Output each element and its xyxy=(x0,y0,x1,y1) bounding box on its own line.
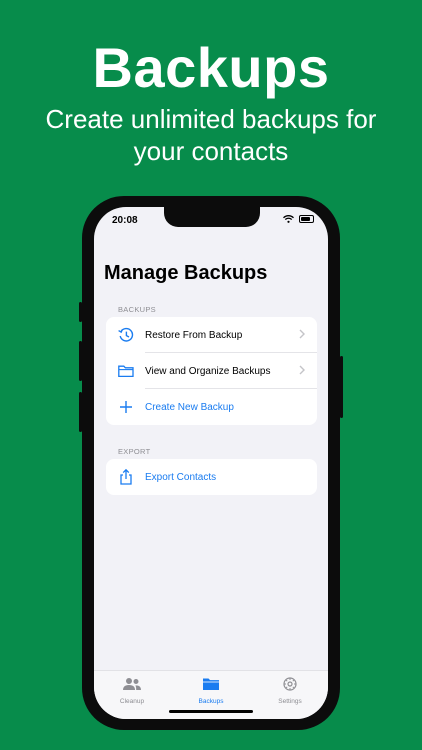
view-organize-backups-label: View and Organize Backups xyxy=(145,365,271,377)
plus-icon xyxy=(120,401,132,413)
phone-side-button xyxy=(79,302,82,322)
tab-cleanup[interactable]: Cleanup xyxy=(102,677,162,705)
battery-icon xyxy=(299,215,314,223)
backups-group: Restore From Backup View and Organize Ba… xyxy=(106,317,317,425)
tab-settings-label: Settings xyxy=(278,698,302,705)
restore-from-backup-label: Restore From Backup xyxy=(145,329,243,341)
section-header-backups: BACKUPS xyxy=(118,305,156,314)
chevron-right-icon xyxy=(299,329,305,339)
folder-icon xyxy=(118,365,134,378)
restore-clock-icon xyxy=(118,327,134,342)
notch xyxy=(164,207,260,227)
create-new-backup-row[interactable]: Create New Backup xyxy=(106,389,317,425)
hero-subtitle: Create unlimited backups for your contac… xyxy=(0,103,422,167)
hero-title: Backups xyxy=(92,36,330,99)
export-contacts-label: Export Contacts xyxy=(145,471,217,483)
restore-from-backup-row[interactable]: Restore From Backup xyxy=(106,317,317,353)
phone-screen: 20:08 Manage Backups BACKUPS Restore Fro… xyxy=(94,207,328,719)
tab-cleanup-label: Cleanup xyxy=(119,698,145,705)
export-group: Export Contacts xyxy=(106,459,317,495)
share-icon xyxy=(120,468,132,485)
gear-icon xyxy=(283,677,297,691)
folder-fill-icon xyxy=(203,678,219,690)
tab-settings[interactable]: Settings xyxy=(260,677,320,705)
status-time: 20:08 xyxy=(112,215,138,226)
tab-backups-label: Backups xyxy=(198,698,224,705)
tab-backups[interactable]: Backups xyxy=(181,677,241,705)
hero-subtitle-line2: your contacts xyxy=(133,136,289,166)
create-new-backup-label: Create New Backup xyxy=(145,401,234,413)
phone-frame: 20:08 Manage Backups BACKUPS Restore Fro… xyxy=(79,196,343,730)
phone-volume-down xyxy=(79,392,82,432)
hero-subtitle-line1: Create unlimited backups for xyxy=(45,104,377,134)
section-header-export: EXPORT xyxy=(118,447,151,456)
view-organize-backups-row[interactable]: View and Organize Backups xyxy=(106,353,317,389)
page-title: Manage Backups xyxy=(104,262,268,284)
phone-volume-up xyxy=(79,341,82,381)
wifi-icon xyxy=(283,215,294,223)
export-contacts-row[interactable]: Export Contacts xyxy=(106,459,317,495)
people-icon xyxy=(123,678,141,690)
status-icons xyxy=(283,215,314,223)
phone-power-button xyxy=(340,356,343,418)
chevron-right-icon xyxy=(299,365,305,375)
tab-bar: Cleanup Backups Settings xyxy=(94,670,328,719)
home-indicator[interactable] xyxy=(169,710,253,713)
